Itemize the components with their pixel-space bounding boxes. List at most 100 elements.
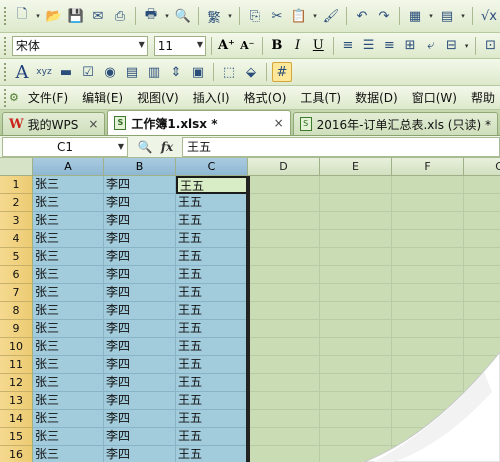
table-cell[interactable] <box>320 176 392 194</box>
print-icon[interactable]: 🖶 <box>141 6 161 26</box>
open-folder-icon[interactable]: 📂 <box>44 6 64 26</box>
row-header[interactable]: 9 <box>0 320 33 338</box>
table-cell[interactable] <box>320 248 392 266</box>
row-col-icon[interactable]: ▤ <box>437 6 457 26</box>
search-icon[interactable]: 🔍 <box>134 140 156 154</box>
table-cell[interactable]: 王五 <box>176 410 248 428</box>
rectangle-icon[interactable]: ▬ <box>56 62 76 82</box>
table-cell[interactable]: 张三 <box>33 446 104 462</box>
table-cell[interactable] <box>392 212 464 230</box>
table-cell[interactable]: 李四 <box>104 356 176 374</box>
table-cell[interactable]: 李四 <box>104 284 176 302</box>
function-icon[interactable]: √x <box>478 6 500 26</box>
table-cell[interactable] <box>392 266 464 284</box>
table-cell[interactable] <box>464 212 500 230</box>
menu-view[interactable]: 视图(V) <box>130 87 186 109</box>
table-cell[interactable] <box>248 392 320 410</box>
column-header-g[interactable]: G <box>464 158 500 176</box>
table-cell[interactable]: 王五 <box>176 392 248 410</box>
align-right-icon[interactable]: ≡ <box>380 36 399 56</box>
new-file-dropdown[interactable]: ▾ <box>34 6 42 26</box>
table-cell[interactable]: 王五 <box>176 374 248 392</box>
new-file-icon[interactable]: 🗋 <box>12 6 32 26</box>
table-cell[interactable] <box>464 284 500 302</box>
table-cell[interactable] <box>248 284 320 302</box>
table-cell[interactable]: 王五 <box>176 302 248 320</box>
table-cell[interactable]: 王五 <box>176 428 248 446</box>
table-cell[interactable] <box>248 266 320 284</box>
table-cell[interactable]: 王五 <box>176 266 248 284</box>
menu-help[interactable]: 帮助 <box>464 87 500 109</box>
italic-button[interactable]: I <box>288 36 307 56</box>
paste-icon[interactable]: 📋 <box>289 6 309 26</box>
toolbar-grip[interactable] <box>4 36 7 55</box>
table-cell[interactable] <box>248 302 320 320</box>
table-cell[interactable]: 张三 <box>33 392 104 410</box>
send-mail-icon[interactable]: ✉ <box>88 6 108 26</box>
row-header[interactable]: 14 <box>0 410 33 428</box>
copy-icon[interactable]: ⎘ <box>245 6 265 26</box>
menu-insert[interactable]: 插入(I) <box>186 87 237 109</box>
merge-center-icon[interactable]: ⊞ <box>401 36 420 56</box>
row-header[interactable]: 1 <box>0 176 33 194</box>
table-cell[interactable] <box>248 230 320 248</box>
row-header[interactable]: 4 <box>0 230 33 248</box>
table-cell[interactable]: 王五 <box>176 320 248 338</box>
table-cell[interactable] <box>320 230 392 248</box>
table-cell[interactable]: 张三 <box>33 374 104 392</box>
table-cell[interactable]: 李四 <box>104 176 176 194</box>
close-icon[interactable]: × <box>274 116 284 130</box>
table-cell[interactable] <box>464 266 500 284</box>
table-style-icon[interactable]: ▦ <box>405 6 425 26</box>
table-cell[interactable] <box>320 284 392 302</box>
row-header[interactable]: 15 <box>0 428 33 446</box>
text-box-icon[interactable]: xyz <box>34 62 54 82</box>
radio-control-icon[interactable]: ◉ <box>100 62 120 82</box>
undo-icon[interactable]: ↶ <box>352 6 372 26</box>
table-cell[interactable]: 王五 <box>176 212 248 230</box>
table-cell[interactable]: 张三 <box>33 266 104 284</box>
row-col-dropdown[interactable]: ▾ <box>459 6 467 26</box>
redo-icon[interactable]: ↷ <box>374 6 394 26</box>
column-header-b[interactable]: B <box>104 158 176 176</box>
table-cell[interactable] <box>320 320 392 338</box>
table-cell[interactable]: 张三 <box>33 248 104 266</box>
table-cell[interactable]: 李四 <box>104 392 176 410</box>
table-cell[interactable]: 李四 <box>104 338 176 356</box>
print-preview-icon[interactable]: 🔍 <box>173 6 193 26</box>
table-cell[interactable]: 李四 <box>104 230 176 248</box>
row-header[interactable]: 3 <box>0 212 33 230</box>
table-cell[interactable]: 张三 <box>33 302 104 320</box>
table-cell[interactable]: 李四 <box>104 410 176 428</box>
select-object-icon[interactable]: ⬚ <box>219 62 239 82</box>
bold-button[interactable]: B <box>268 36 287 56</box>
table-cell[interactable] <box>464 194 500 212</box>
table-style-dropdown[interactable]: ▾ <box>427 6 435 26</box>
table-cell[interactable]: 王五 <box>176 230 248 248</box>
underline-button[interactable]: U <box>309 36 328 56</box>
table-cell[interactable]: 李四 <box>104 248 176 266</box>
print-dropdown[interactable]: ▾ <box>163 6 171 26</box>
tab-workbook1[interactable]: S 工作簿1.xlsx * × <box>107 110 291 135</box>
column-header-c[interactable]: C <box>176 158 248 176</box>
format-painter-icon[interactable]: 🖌 <box>321 6 341 26</box>
table-cell[interactable] <box>392 302 464 320</box>
menu-edit[interactable]: 编辑(E) <box>75 87 130 109</box>
save-icon[interactable]: 💾 <box>66 6 86 26</box>
table-cell[interactable] <box>320 266 392 284</box>
row-header[interactable]: 2 <box>0 194 33 212</box>
table-cell[interactable]: 王五 <box>176 194 248 212</box>
chevron-down-icon[interactable]: ▼ <box>197 40 203 49</box>
merge-dropdown[interactable]: ▾ <box>463 36 471 56</box>
table-cell[interactable]: 张三 <box>33 410 104 428</box>
row-header[interactable]: 5 <box>0 248 33 266</box>
table-cell[interactable] <box>464 248 500 266</box>
table-cell[interactable] <box>464 230 500 248</box>
table-cell[interactable]: 王五 <box>176 248 248 266</box>
table-cell[interactable] <box>248 356 320 374</box>
menubar-grip[interactable] <box>4 88 6 107</box>
table-cell[interactable] <box>320 194 392 212</box>
table-cell[interactable] <box>248 374 320 392</box>
formula-input[interactable]: 王五 <box>182 136 500 157</box>
table-cell[interactable] <box>392 176 464 194</box>
